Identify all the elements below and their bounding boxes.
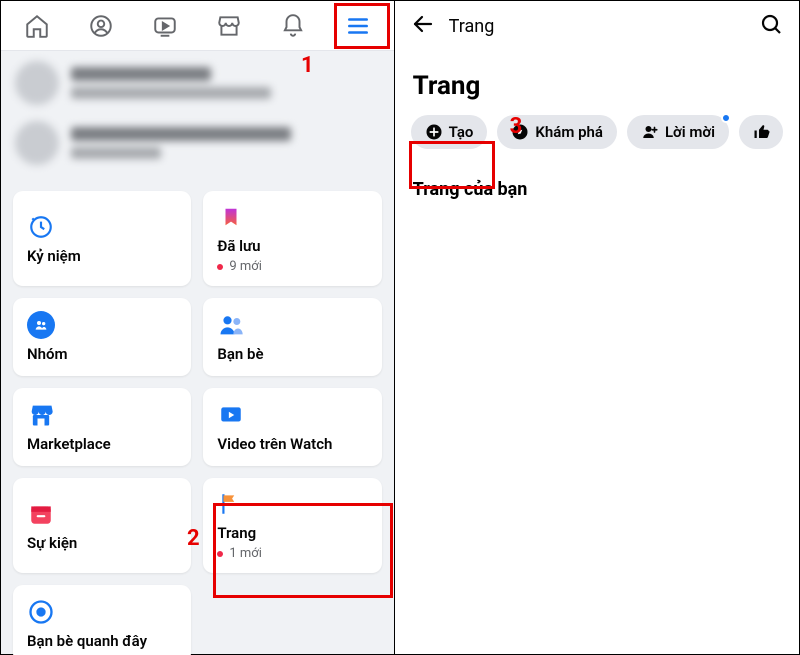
watch-icon[interactable] bbox=[137, 6, 193, 46]
home-icon[interactable] bbox=[9, 6, 65, 46]
card-friends[interactable]: Bạn bè bbox=[203, 298, 381, 376]
card-memories[interactable]: Kỷ niệm bbox=[13, 191, 191, 286]
avatar bbox=[15, 121, 59, 165]
card-label: Sự kiện bbox=[27, 534, 177, 552]
card-watch[interactable]: Video trên Watch bbox=[203, 388, 381, 466]
back-icon[interactable] bbox=[411, 12, 435, 40]
card-label: Bạn bè bbox=[217, 345, 367, 363]
card-label: Bạn bè quanh đây bbox=[27, 632, 177, 650]
card-label: Video trên Watch bbox=[217, 435, 367, 453]
card-saved[interactable]: Đã lưu 9 mới bbox=[203, 191, 381, 286]
search-icon[interactable] bbox=[759, 12, 783, 40]
friends-icon bbox=[217, 311, 245, 339]
clock-icon bbox=[27, 213, 55, 241]
card-groups[interactable]: Nhóm bbox=[13, 298, 191, 376]
bell-icon[interactable] bbox=[265, 6, 321, 46]
chip-create[interactable]: Tạo bbox=[411, 115, 488, 149]
people-icon[interactable] bbox=[73, 6, 129, 46]
card-sublabel: 1 mới bbox=[217, 546, 367, 561]
calendar-icon bbox=[27, 500, 55, 528]
card-marketplace[interactable]: Marketplace bbox=[13, 388, 191, 466]
section-your-pages: Trang của bạn bbox=[395, 167, 799, 212]
store-icon bbox=[27, 401, 55, 429]
header-title: Trang bbox=[449, 16, 745, 37]
card-events[interactable]: Sự kiện bbox=[13, 478, 191, 573]
bookmark-icon bbox=[217, 203, 245, 231]
play-icon bbox=[217, 401, 245, 429]
compass-icon bbox=[511, 123, 529, 141]
flag-icon bbox=[217, 490, 245, 518]
menu-icon[interactable] bbox=[330, 6, 386, 46]
avatar bbox=[15, 61, 59, 105]
profile-area bbox=[1, 51, 394, 191]
groups-icon bbox=[27, 311, 55, 339]
page-title: Trang bbox=[395, 51, 799, 115]
marketplace-icon[interactable] bbox=[201, 6, 257, 46]
profile-row[interactable] bbox=[15, 121, 380, 165]
radar-icon bbox=[27, 598, 55, 626]
card-pages[interactable]: Trang 1 mới bbox=[203, 478, 381, 573]
card-nearby[interactable]: Bạn bè quanh đây bbox=[13, 585, 191, 655]
notification-dot-icon bbox=[721, 115, 731, 123]
top-nav bbox=[1, 1, 394, 51]
person-plus-icon bbox=[641, 123, 659, 141]
card-label: Marketplace bbox=[27, 435, 177, 453]
chip-label: Khám phá bbox=[535, 123, 603, 141]
profile-row[interactable] bbox=[15, 61, 380, 105]
chip-label: Tạo bbox=[449, 123, 474, 141]
plus-circle-icon bbox=[425, 123, 443, 141]
menu-grid: Kỷ niệm Đã lưu 9 mới Nhóm bbox=[1, 191, 394, 655]
card-label: Trang bbox=[217, 524, 367, 542]
card-label: Đã lưu bbox=[217, 237, 367, 255]
chip-like[interactable] bbox=[739, 115, 783, 149]
card-sublabel: 9 mới bbox=[217, 259, 367, 274]
chip-discover[interactable]: Khám phá bbox=[497, 115, 617, 149]
thumb-up-icon bbox=[753, 123, 771, 141]
chip-invites[interactable]: Lời mời bbox=[627, 115, 729, 149]
chip-label: Lời mời bbox=[665, 123, 715, 141]
chip-row: Tạo Khám phá Lời mời bbox=[395, 115, 799, 167]
card-label: Nhóm bbox=[27, 345, 177, 363]
card-label: Kỷ niệm bbox=[27, 247, 177, 265]
header: Trang bbox=[395, 1, 799, 51]
